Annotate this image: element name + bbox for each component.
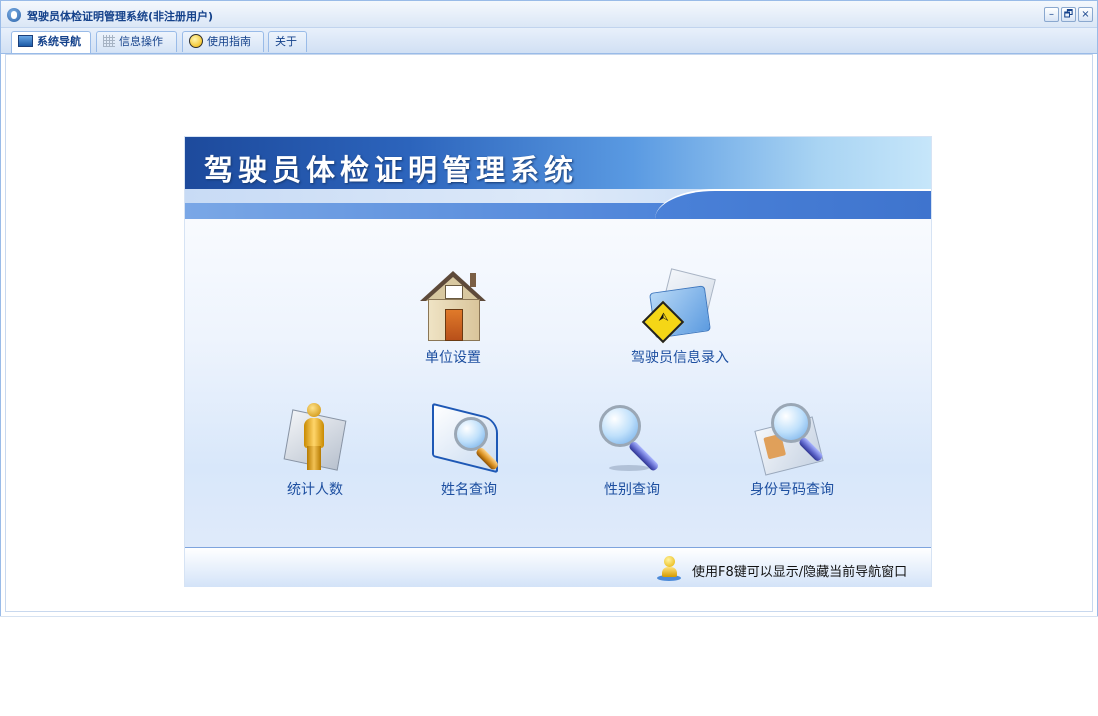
person-icon <box>280 403 350 473</box>
tab-info-ops[interactable]: 信息操作 <box>96 31 177 52</box>
tab-label: 关于 <box>275 35 297 48</box>
nav-item-label: 驾驶员信息录入 <box>631 350 729 366</box>
id-number-query-button[interactable]: 身份号码查询 <box>737 403 847 499</box>
tab-about[interactable]: 关于 <box>268 31 307 52</box>
close-button[interactable]: × <box>1078 7 1093 22</box>
driver-info-entry-button[interactable]: 驾驶员信息录入 <box>617 268 743 367</box>
monitor-icon <box>18 35 33 47</box>
id-card-magnifier-icon <box>754 403 829 476</box>
user-tip-icon <box>657 556 681 581</box>
folder-sign-icon <box>641 268 718 344</box>
book-magnifier-icon <box>432 402 506 474</box>
count-people-button[interactable]: 统计人数 <box>265 403 365 499</box>
banner-title: 驾驶员体检证明管理系统 <box>204 153 579 187</box>
tab-strip: 系统导航 信息操作 使用指南 关于 <box>1 28 1097 54</box>
house-icon <box>418 271 488 341</box>
minimize-button[interactable]: – <box>1044 7 1059 22</box>
banner-curve <box>655 189 931 219</box>
restore-button[interactable]: 🗗 <box>1061 7 1076 22</box>
window-bottom-edge <box>0 616 1098 617</box>
tab-label: 使用指南 <box>207 35 251 48</box>
grid-icon <box>103 35 115 47</box>
nav-item-label: 身份号码查询 <box>750 482 834 498</box>
magnifier-icon <box>595 403 669 473</box>
tab-label: 系统导航 <box>37 35 81 48</box>
nav-item-label: 性别查询 <box>604 482 660 498</box>
tab-system-nav[interactable]: 系统导航 <box>11 31 91 53</box>
navigation-panel: 驾驶员体检证明管理系统 单位设置 驾驶员信息录入 统计人数 姓名查询 性别查询 <box>185 137 931 587</box>
window-title: 驾驶员体检证明管理系统(非注册用户) <box>27 10 214 23</box>
name-query-button[interactable]: 姓名查询 <box>419 402 519 499</box>
nav-item-label: 姓名查询 <box>441 482 497 498</box>
bulb-icon <box>189 34 203 48</box>
nav-item-label: 单位设置 <box>425 350 481 366</box>
nav-item-label: 统计人数 <box>287 482 343 498</box>
tab-label: 信息操作 <box>119 35 163 48</box>
banner: 驾驶员体检证明管理系统 <box>185 137 931 219</box>
app-logo-icon <box>7 8 21 22</box>
panel-footer: 使用F8键可以显示/隐藏当前导航窗口 <box>185 547 931 587</box>
title-bar: 驾驶员体检证明管理系统(非注册用户) – 🗗 × <box>1 1 1097 28</box>
gender-query-button[interactable]: 性别查询 <box>582 403 682 499</box>
tab-user-guide[interactable]: 使用指南 <box>182 31 264 52</box>
unit-settings-button[interactable]: 单位设置 <box>403 271 503 367</box>
footer-tip: 使用F8键可以显示/隐藏当前导航窗口 <box>692 565 908 580</box>
